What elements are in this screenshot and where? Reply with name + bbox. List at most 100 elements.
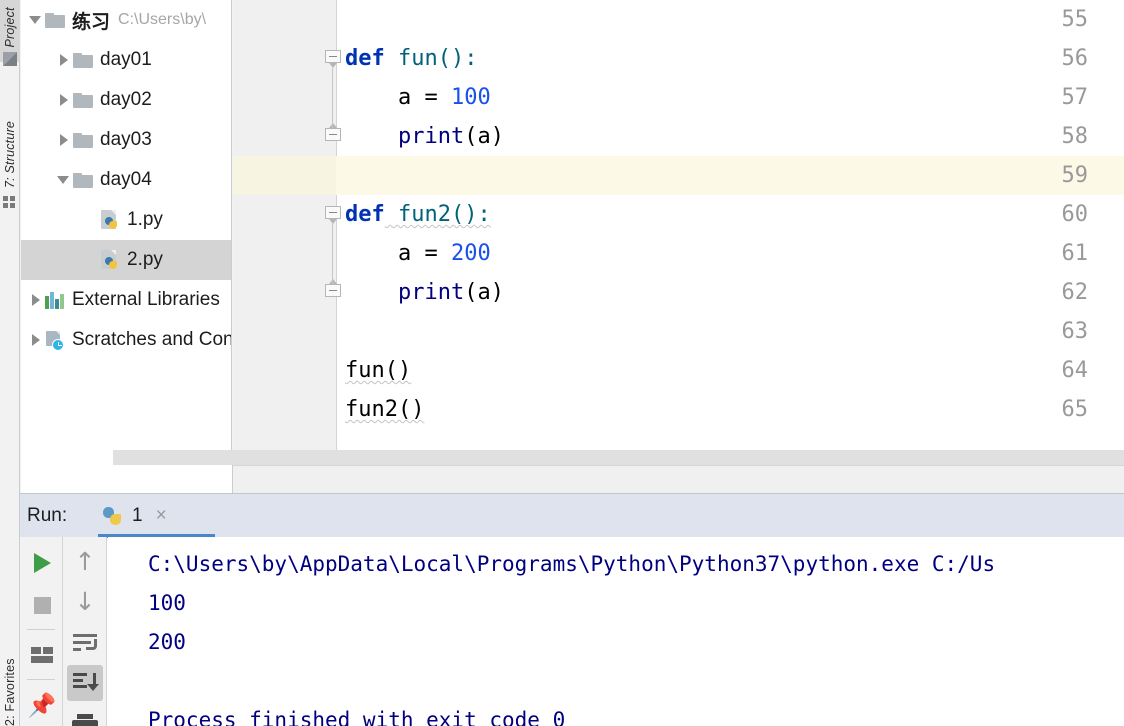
tree-node-label: Scratches and Con [72, 329, 232, 350]
tree-node-label: day03 [100, 129, 152, 150]
chevron-right-icon[interactable] [55, 40, 73, 80]
python-icon [102, 506, 123, 527]
code-text: a = 200 [345, 241, 491, 266]
code-text: def fun(): [345, 46, 478, 71]
line-number: 56 [1061, 46, 1089, 71]
down-button[interactable]: ↓ [67, 583, 103, 619]
code-text: fun2() [345, 397, 425, 422]
run-toolbar-secondary: ↑ ↓ [63, 537, 107, 726]
fold-end-icon[interactable] [325, 123, 342, 145]
code-text: a = 100 [345, 85, 491, 110]
editor-status-strip [233, 465, 1124, 493]
chevron-right-icon[interactable] [55, 80, 73, 120]
line-number: 57 [1061, 85, 1089, 110]
editor-line-59[interactable]: 59 [233, 156, 1124, 195]
scratches-icon [45, 330, 65, 351]
editor-line-64[interactable]: 64 fun() [233, 351, 1124, 390]
ide-window: 1: Project 7: Structure 2: Favorites 练习 C… [0, 0, 1124, 726]
python-file-icon [101, 249, 121, 271]
chevron-down-icon[interactable] [27, 0, 45, 40]
editor-line-63[interactable]: 63 [233, 312, 1124, 351]
tool-tab-favorites[interactable]: 2: Favorites [0, 638, 20, 726]
tree-node-label: day04 [100, 169, 152, 190]
gutter-cell [233, 0, 336, 39]
close-icon[interactable]: × [156, 505, 167, 527]
chevron-right-icon[interactable] [27, 280, 45, 320]
chevron-down-icon[interactable] [55, 160, 73, 200]
gutter-cell [233, 39, 336, 78]
line-number: 61 [1061, 241, 1089, 266]
editor-horizontal-scrollbar[interactable] [113, 450, 1124, 465]
tree-node-2-py[interactable]: 2.py [21, 240, 231, 280]
print-button[interactable] [67, 707, 103, 726]
tool-tab-structure[interactable]: 7: Structure [0, 98, 20, 188]
line-number: 62 [1061, 280, 1089, 305]
fold-collapse-icon[interactable] [325, 206, 342, 224]
line-number: 60 [1061, 202, 1089, 227]
fold-region-line [332, 68, 333, 78]
fold-region-line [332, 117, 333, 128]
gutter-cell [233, 234, 336, 273]
editor-line-65[interactable]: 65 fun2() [233, 390, 1124, 429]
tree-node-scratches-and-con[interactable]: Scratches and Con [21, 320, 232, 360]
print-icon [72, 714, 98, 726]
project-tree[interactable]: 练习 C:\Users\by\ day01 day02 day03 day04 1.py 2.… [21, 0, 232, 360]
soft-wrap-button[interactable] [67, 625, 103, 661]
tree-node-1-py[interactable]: 1.py [21, 200, 231, 240]
code-editor[interactable]: 55 56 def fun(): 57 a = 100 58 print(a) 59 60 d… [233, 0, 1124, 450]
left-tool-window-strip: 1: Project 7: Structure 2: Favorites [0, 0, 20, 726]
tree-node-label: External Libraries [72, 289, 220, 310]
editor-line-61[interactable]: 61 a = 200 [233, 234, 1124, 273]
run-console-output[interactable]: C:\Users\by\AppData\Local\Programs\Pytho… [108, 537, 1124, 726]
chevron-right-icon[interactable] [27, 320, 45, 360]
editor-line-62[interactable]: 62 print(a) [233, 273, 1124, 312]
editor-line-58[interactable]: 58 print(a) [233, 117, 1124, 156]
console-line: 200 [148, 630, 186, 654]
restore-layout-icon [31, 647, 53, 663]
tree-node-day04[interactable]: day04 [21, 160, 231, 200]
editor-code-area[interactable]: 55 56 def fun(): 57 a = 100 58 print(a) 59 60 d… [233, 0, 1124, 429]
tree-node-day02[interactable]: day02 [21, 80, 231, 120]
soft-wrap-icon [73, 634, 97, 652]
python-file-icon [101, 209, 121, 231]
line-number: 55 [1061, 7, 1089, 32]
tree-node-[interactable]: 练习 C:\Users\by\ [21, 0, 231, 40]
line-number: 65 [1061, 397, 1089, 422]
line-number: 63 [1061, 319, 1089, 344]
fold-collapse-icon[interactable] [325, 50, 342, 68]
pin-tab-button[interactable]: 📌 [24, 687, 60, 723]
run-button[interactable] [24, 545, 60, 581]
code-text: print(a) [397, 280, 504, 305]
project-tab-icon [3, 52, 17, 66]
tree-node-external-libraries[interactable]: External Libraries [21, 280, 231, 320]
play-icon [33, 553, 51, 573]
stop-icon [33, 596, 51, 614]
run-tab-1[interactable]: 1 × [94, 494, 215, 538]
fold-region-line [332, 273, 333, 284]
console-line: C:\Users\by\AppData\Local\Programs\Pytho… [148, 552, 996, 576]
gutter-cell [233, 312, 336, 351]
folder-icon [73, 172, 93, 188]
chevron-right-icon[interactable] [55, 120, 73, 160]
stop-button[interactable] [24, 587, 60, 623]
editor-line-60[interactable]: 60 def fun2(): [233, 195, 1124, 234]
up-button[interactable]: ↑ [67, 543, 103, 579]
gutter-cell [233, 78, 336, 117]
editor-line-55[interactable]: 55 [233, 0, 1124, 39]
editor-line-56[interactable]: 56 def fun(): [233, 39, 1124, 78]
tree-node-day01[interactable]: day01 [21, 40, 231, 80]
folder-icon [73, 52, 93, 68]
tree-node-label: day02 [100, 89, 152, 110]
run-tool-window-header: Run: 1 × [20, 493, 1124, 538]
gutter-cell [233, 390, 336, 429]
restore-layout-button[interactable] [24, 637, 60, 673]
fold-region-line [332, 224, 333, 234]
tree-node-day03[interactable]: day03 [21, 120, 231, 160]
pin-icon: 📌 [27, 691, 57, 718]
fold-end-icon[interactable] [325, 279, 342, 301]
tree-node-label: 练习 [72, 11, 111, 33]
scroll-to-end-button[interactable] [67, 665, 103, 701]
editor-line-57[interactable]: 57 a = 100 [233, 78, 1124, 117]
